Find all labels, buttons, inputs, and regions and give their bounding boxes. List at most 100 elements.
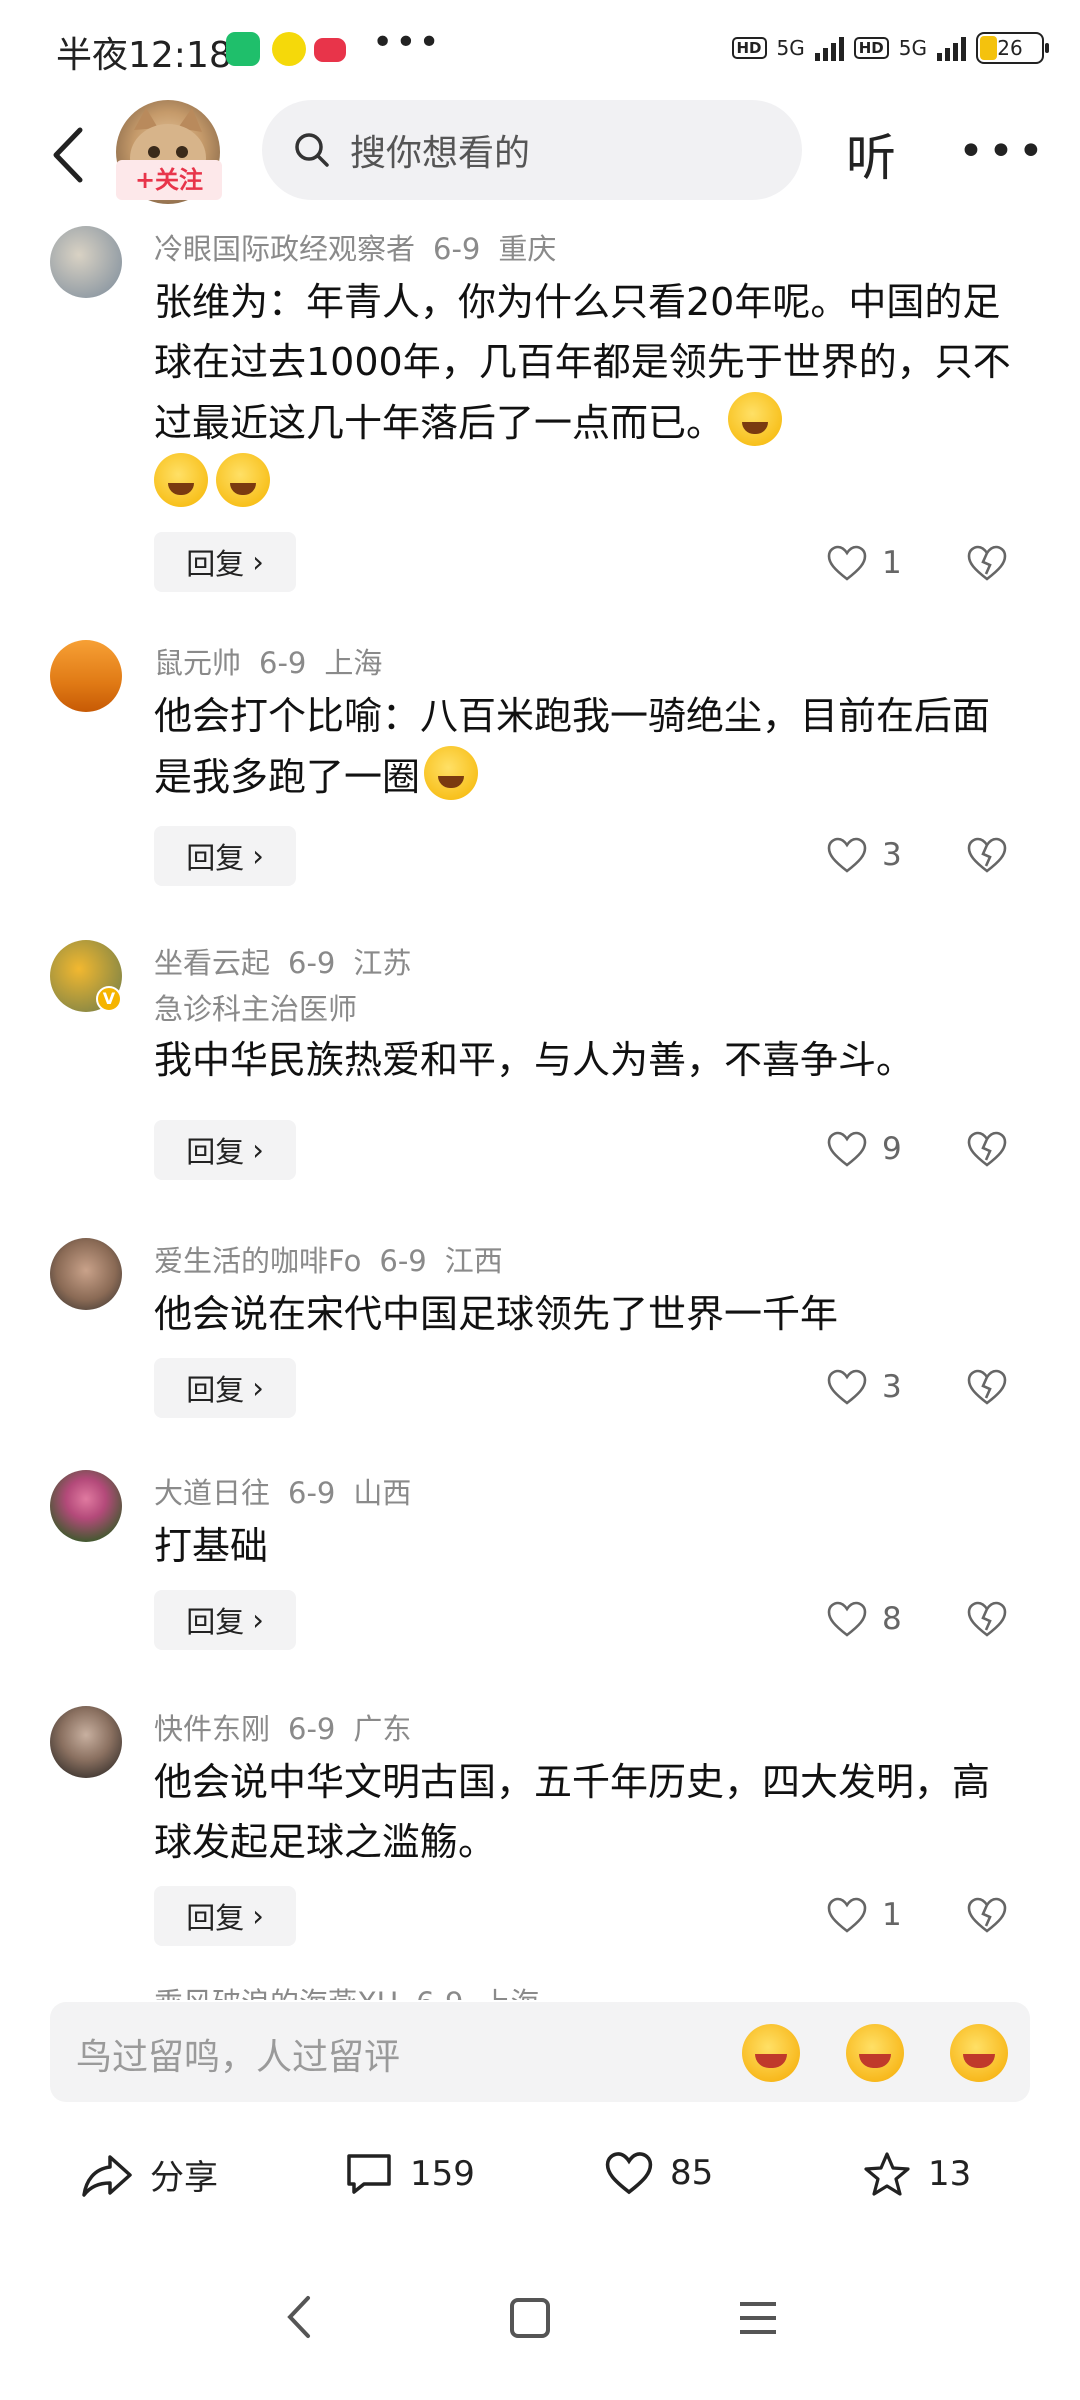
reply-label: 回复: [186, 1373, 245, 1407]
like-count: 9: [882, 1131, 902, 1167]
chevron-right-icon: ›: [252, 1899, 264, 1933]
reply-button[interactable]: 回复 ›: [154, 826, 296, 886]
heart-icon: [827, 1369, 867, 1405]
hd-icon-2: HD: [853, 37, 889, 59]
commenter-name[interactable]: 快件东刚: [154, 1712, 270, 1746]
comment-text: 打基础: [154, 1524, 269, 1568]
chevron-right-icon: ›: [252, 1133, 264, 1167]
more-options-icon[interactable]: •••: [958, 126, 1048, 177]
commenter-avatar[interactable]: [50, 226, 122, 298]
heart-icon: [827, 545, 867, 581]
comment-location: 重庆: [498, 232, 557, 266]
battery-level: 26: [997, 36, 1023, 60]
commenter-name[interactable]: 大道日往: [154, 1476, 270, 1510]
listen-button[interactable]: 听: [846, 118, 896, 190]
laugh-cry-emoji-icon: [216, 453, 270, 507]
chevron-right-icon: ›: [252, 1603, 264, 1637]
favorite-button[interactable]: 13: [862, 2150, 971, 2198]
broken-heart-icon[interactable]: [966, 836, 1008, 874]
search-bar[interactable]: 搜你想看的: [262, 100, 802, 200]
commenter-name[interactable]: 坐看云起: [154, 946, 270, 980]
follow-button[interactable]: +关注: [116, 160, 222, 200]
comment-meta: 爱生活的咖啡Fo 6-9 江西: [154, 1238, 521, 1280]
comment-meta: 快件东刚 6-9 广东: [154, 1706, 429, 1748]
grinning-emoji-icon[interactable]: [846, 2024, 904, 2082]
comment-icon: [347, 2154, 391, 2194]
commenter-name[interactable]: 爱生活的咖啡Fo: [154, 1244, 361, 1278]
network-type-2: 5G: [898, 36, 927, 60]
like-count: 8: [882, 1601, 902, 1637]
reply-button[interactable]: 回复 ›: [154, 1358, 296, 1418]
like-button[interactable]: 1: [826, 1896, 902, 1934]
top-bar: +关注 搜你想看的 听 •••: [0, 100, 1080, 210]
verified-badge-icon: V: [96, 986, 122, 1012]
commenter-name[interactable]: 鼠元帅: [154, 646, 241, 680]
broken-heart-icon[interactable]: [966, 1130, 1008, 1168]
chevron-right-icon: ›: [252, 545, 264, 579]
reply-label: 回复: [186, 1135, 245, 1169]
like-button[interactable]: 9: [826, 1130, 902, 1168]
commenter-avatar[interactable]: [50, 640, 122, 712]
rofl-emoji-icon[interactable]: [950, 2024, 1008, 2082]
network-type-1: 5G: [776, 36, 805, 60]
comment-location: 江苏: [353, 946, 412, 980]
reply-button[interactable]: 回复 ›: [154, 532, 296, 592]
commenter-name[interactable]: 乘风破浪的海燕XU: [154, 1986, 398, 2000]
back-icon[interactable]: [40, 120, 100, 190]
nav-back-icon[interactable]: [280, 2292, 320, 2342]
heart-icon: [827, 1131, 867, 1167]
reply-label: 回复: [186, 547, 245, 581]
broken-heart-icon[interactable]: [966, 1896, 1008, 1934]
heart-icon: [827, 1601, 867, 1637]
like-button[interactable]: 3: [826, 1368, 902, 1406]
heart-icon: [827, 1897, 867, 1933]
nav-home-icon[interactable]: [508, 2296, 552, 2340]
broken-heart-icon[interactable]: [966, 1368, 1008, 1406]
comment-text: 他会说中华文明古国，五千年历史，四大发明，高球发起足球之滥觞。: [154, 1760, 991, 1864]
comment-location: 上海: [481, 1986, 539, 2000]
commenter-title: 急诊科主治医师: [154, 992, 358, 1026]
broken-heart-icon[interactable]: [966, 544, 1008, 582]
toutiao-app-icon: [314, 38, 346, 62]
signal-icon: [814, 35, 844, 61]
like-post-button[interactable]: 85: [604, 2150, 713, 2196]
comment-location: 上海: [324, 646, 383, 680]
share-button[interactable]: 分享: [80, 2150, 218, 2199]
comment-date: 6-9: [259, 646, 307, 680]
commenter-avatar[interactable]: [50, 1706, 122, 1778]
laughing-emoji-icon[interactable]: [742, 2024, 800, 2082]
reply-button[interactable]: 回复 ›: [154, 1590, 296, 1650]
more-notifications-icon: •••: [372, 22, 442, 63]
comments-button[interactable]: 159: [344, 2150, 475, 2198]
status-bar: 半夜12:18 ••• HD 5G HD 5G 26: [0, 0, 1080, 100]
star-icon: [864, 2152, 910, 2196]
comment-text-content: 他会打个比喻：八百米跑我一骑绝尘，目前在后面是我多跑了一圈: [154, 694, 991, 799]
hd-icon: HD: [731, 37, 767, 59]
reply-button[interactable]: 回复 ›: [154, 1120, 296, 1180]
nav-menu-icon[interactable]: [736, 2296, 780, 2340]
comment-date: 6-9: [433, 232, 481, 266]
comment-meta: 乘风破浪的海燕XU 6-9 上海: [154, 1980, 557, 2000]
like-count: 3: [882, 1369, 902, 1405]
like-button[interactable]: 8: [826, 1600, 902, 1638]
reply-button[interactable]: 回复 ›: [154, 1886, 296, 1946]
comment-input-placeholder: 鸟过留鸣，人过留评: [76, 2037, 401, 2078]
comment-input[interactable]: 鸟过留鸣，人过留评: [50, 2002, 1030, 2102]
broken-heart-icon[interactable]: [966, 1600, 1008, 1638]
share-label: 分享: [150, 2158, 218, 2198]
like-button[interactable]: 3: [826, 836, 902, 874]
shield-app-icon: [226, 32, 260, 66]
commenter-avatar[interactable]: [50, 1470, 122, 1542]
comment-meta: 鼠元帅 6-9 上海: [154, 640, 400, 682]
comment-list: 冷眼国际政经观察者 6-9 重庆 张维为：年青人，你为什么只看20年呢。中国的足球在…: [0, 210, 1080, 2000]
comment-meta: 大道日往 6-9 山西: [154, 1470, 429, 1512]
reply-label: 回复: [186, 1605, 245, 1639]
search-placeholder: 搜你想看的: [350, 133, 531, 174]
like-button[interactable]: 1: [826, 544, 902, 582]
comment-count: 159: [410, 2154, 475, 2194]
commenter-avatar[interactable]: [50, 1238, 122, 1310]
status-time: 半夜12:18: [56, 35, 232, 76]
comment-text: 他会打个比喻：八百米跑我一骑绝尘，目前在后面是我多跑了一圈: [154, 686, 1014, 807]
like-post-count: 85: [670, 2153, 714, 2193]
commenter-name[interactable]: 冷眼国际政经观察者: [154, 232, 415, 266]
